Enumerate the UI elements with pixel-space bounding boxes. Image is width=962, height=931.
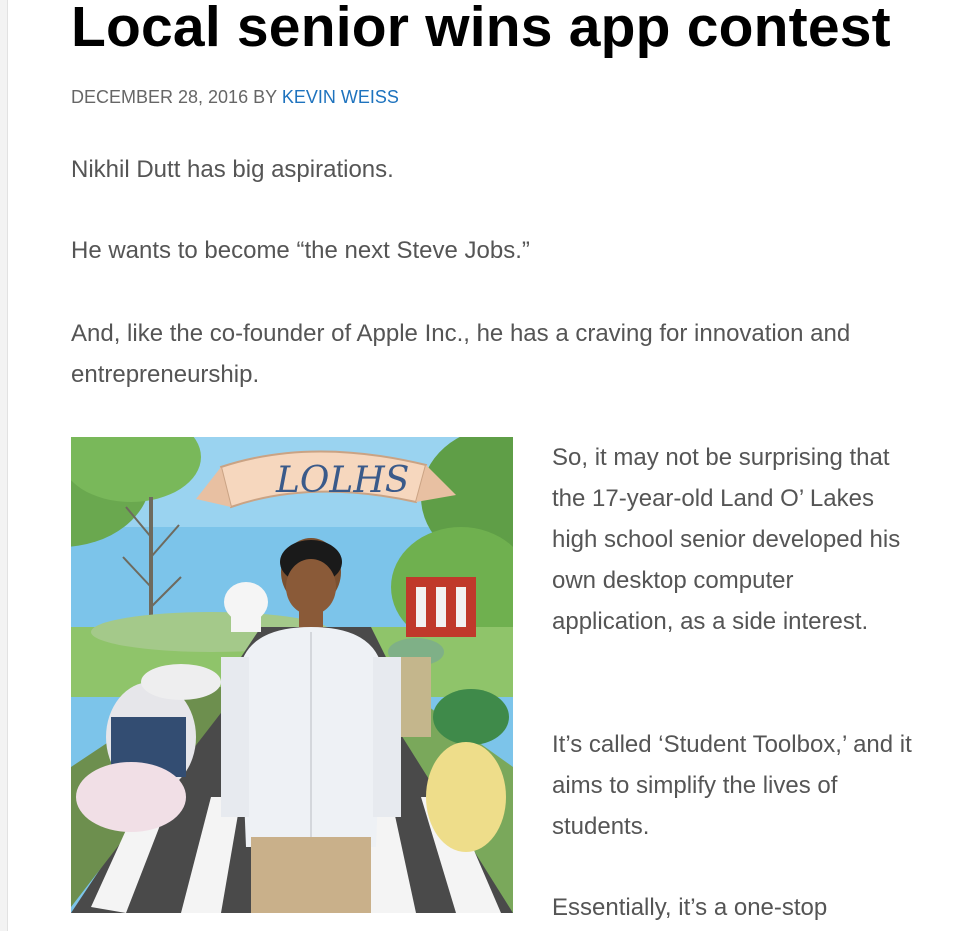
post-date: DECEMBER 28, 2016: [71, 87, 249, 107]
side-paragraph-2: It’s called ‘Student Toolbox,’ and it ai…: [552, 731, 912, 840]
photo-student-mural: LOLHS: [71, 437, 513, 913]
paragraph-1: Nikhil Dutt has big aspirations.: [71, 156, 394, 183]
mural-banner-text: LOLHS: [275, 460, 409, 501]
byline-by: BY: [253, 87, 277, 107]
article-photo[interactable]: LOLHS: [71, 437, 513, 913]
paragraph-3: And, like the co-founder of Apple Inc., …: [71, 320, 851, 388]
paragraph-2: He wants to become “the next Steve Jobs.…: [71, 237, 530, 264]
side-paragraph-1: So, it may not be surprising that the 17…: [552, 444, 901, 635]
article-meta: DECEMBER 28, 2016 BY KEVIN WEISS: [71, 86, 399, 108]
page-left-border: [0, 0, 8, 931]
article-title: Local senior wins app contest: [71, 0, 891, 59]
side-paragraph-3: Essentially, it’s a one-stop: [552, 894, 828, 921]
author-link[interactable]: KEVIN WEISS: [282, 87, 399, 107]
